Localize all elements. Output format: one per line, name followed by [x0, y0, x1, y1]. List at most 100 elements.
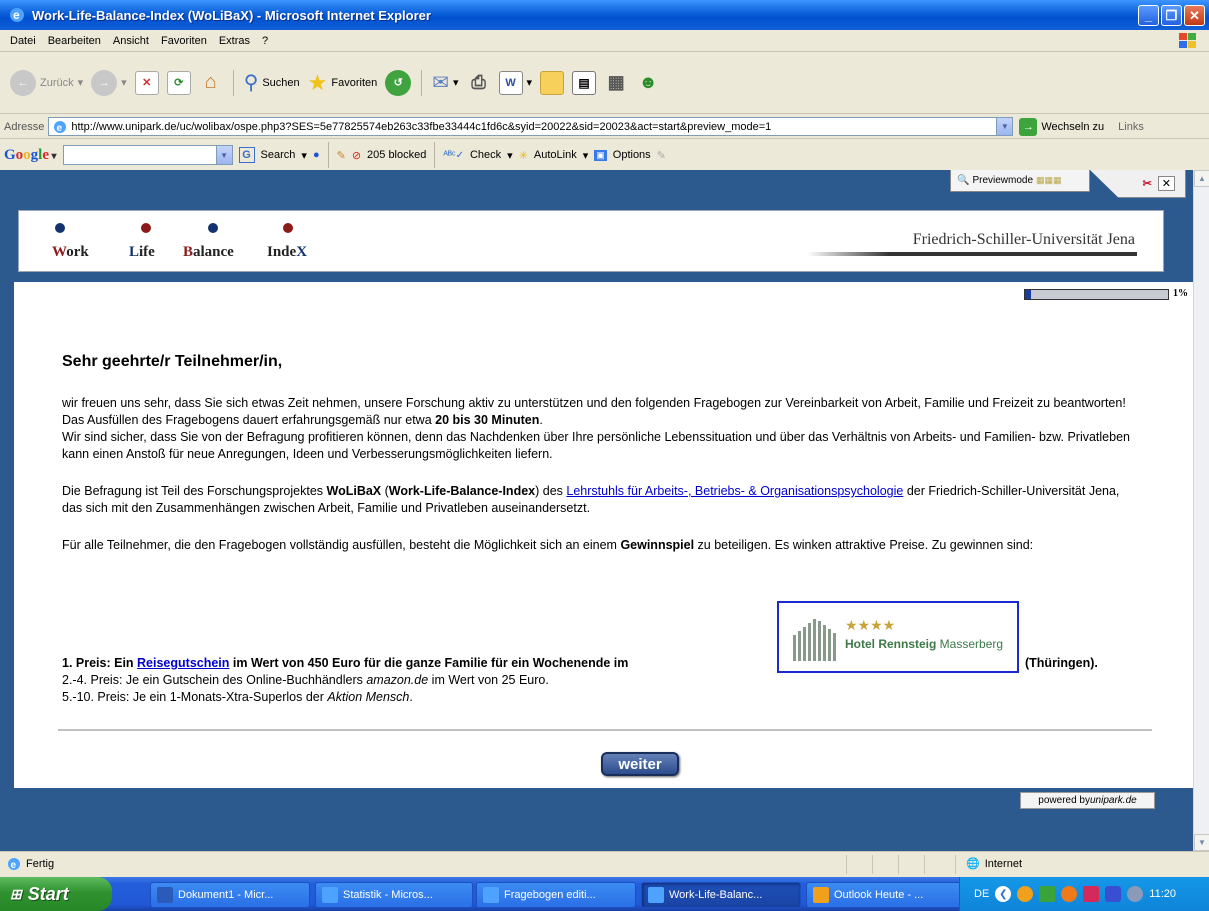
search-button[interactable]: ⚲ Suchen: [244, 70, 300, 95]
users-icon[interactable]: ☻: [636, 71, 660, 95]
google-search-input[interactable]: ▼: [62, 145, 233, 165]
forward-button[interactable]: → ▾: [91, 69, 127, 96]
messenger-icon[interactable]: ▤: [572, 70, 597, 95]
tray-shield-icon[interactable]: [1105, 886, 1122, 902]
edit-button[interactable]: W ▾: [498, 70, 532, 95]
page-done-icon: e: [8, 858, 20, 871]
tray-expand-icon[interactable]: ❮: [995, 886, 1012, 902]
ie-task-icon: [648, 887, 664, 903]
google-g-icon[interactable]: G: [238, 147, 255, 163]
menu-ansicht[interactable]: Ansicht: [107, 35, 155, 47]
spellcheck-button[interactable]: Check: [470, 149, 501, 161]
discuss-icon[interactable]: [540, 70, 565, 95]
google-logo[interactable]: Google ▾: [4, 147, 57, 164]
zone-label: Internet: [984, 857, 1023, 870]
tray-network-icon[interactable]: [1039, 886, 1056, 902]
window-title: Work-Life-Balance-Index (WoLiBaX) - Micr…: [32, 7, 431, 23]
ie-task-icon: [483, 887, 499, 903]
windows-logo-icon: [1179, 33, 1196, 48]
browser-viewport: 🔍 Previewmode ▦▦▦ ✂ ✕ Work Life Balance …: [0, 170, 1193, 851]
stop-icon[interactable]: ✕: [134, 70, 159, 95]
pagerank-icon[interactable]: ✎: [337, 149, 346, 162]
greeting-heading: Sehr geehrte/r Teilnehmer/in,: [62, 353, 283, 370]
autolink-icon: ✳: [518, 149, 528, 162]
word-icon: [157, 887, 173, 903]
home-icon[interactable]: ⌂: [199, 71, 223, 95]
tray-security-icon[interactable]: [1083, 886, 1100, 902]
vertical-scrollbar[interactable]: ▲ ▼: [1193, 170, 1209, 851]
favorites-button[interactable]: ★ Favoriten: [308, 70, 378, 96]
task-statistik[interactable]: Statistik - Micros...: [315, 882, 473, 908]
scroll-up-icon[interactable]: ▲: [1194, 170, 1209, 187]
google-search-dropdown-icon[interactable]: ▼: [215, 146, 232, 164]
hotel-rennsteig-logo[interactable]: ★★★★ Hotel Rennsteig Masserberg: [777, 601, 1019, 673]
refresh-icon[interactable]: ⟳: [166, 70, 191, 95]
task-outlook[interactable]: Outlook Heute - ...: [806, 882, 964, 908]
progress-label: 1%: [1173, 288, 1188, 299]
go-arrow-icon: →: [1019, 117, 1038, 136]
tray-app-icon[interactable]: [1061, 886, 1078, 902]
mail-dropdown-icon: ▾: [453, 77, 459, 89]
logo-word-index: IndeX: [267, 244, 308, 260]
svg-text:e: e: [57, 123, 63, 134]
menu-datei[interactable]: Datei: [4, 35, 42, 47]
standard-toolbar: ← Zurück ▾ → ▾ ✕ ⟳ ⌂ ⚲ Suchen ★ Favorite…: [0, 52, 1209, 114]
forward-dropdown-icon: ▾: [121, 77, 127, 89]
address-input[interactable]: e http://www.unipark.de/uc/wolibax/ospe.…: [48, 117, 1014, 136]
tray-outlook-icon[interactable]: [1017, 886, 1034, 902]
travel-voucher-link[interactable]: Reisegutschein: [137, 656, 229, 670]
options-button[interactable]: Options: [613, 149, 651, 161]
menu-bearbeiten[interactable]: Bearbeiten: [42, 35, 107, 47]
start-button[interactable]: ⊞ Start: [0, 877, 112, 911]
scroll-down-icon[interactable]: ▼: [1194, 834, 1209, 851]
autolink-button[interactable]: AutoLink: [534, 149, 577, 161]
history-icon[interactable]: ↺: [385, 69, 412, 96]
address-dropdown-icon[interactable]: ▼: [996, 118, 1013, 135]
task-work-life-balance[interactable]: Work-Life-Balanc...: [641, 882, 801, 908]
minimize-button[interactable]: _: [1138, 5, 1159, 26]
address-label: Adresse: [4, 120, 45, 133]
window-title-bar[interactable]: e Work-Life-Balance-Index (WoLiBaX) - Mi…: [0, 0, 1209, 30]
maximize-button[interactable]: ❐: [1161, 5, 1182, 26]
search-icon: ⚲: [243, 72, 259, 94]
security-zone[interactable]: 🌐 Internet: [966, 857, 1023, 871]
google-search-button[interactable]: Search: [261, 149, 296, 161]
progress-fill: [1025, 290, 1031, 299]
language-indicator[interactable]: DE: [974, 888, 989, 900]
popup-blocked-count[interactable]: 205 blocked: [367, 149, 426, 161]
address-bar: Adresse e http://www.unipark.de/uc/wolib…: [0, 115, 1209, 139]
close-button[interactable]: ✕: [1184, 5, 1205, 26]
task-word-document[interactable]: Dokument1 - Micr...: [150, 882, 310, 908]
preview-close-icon[interactable]: ✕: [1157, 176, 1175, 191]
back-dropdown-icon: ▾: [77, 77, 84, 89]
search-label: Suchen: [262, 76, 300, 89]
powered-by-unipark-link[interactable]: powered by unipark.de: [1020, 792, 1155, 809]
prize-2: 2.-4. Preis: Je ein Gutschein des Online…: [62, 673, 549, 687]
windows-flag-icon: ⊞: [10, 885, 22, 902]
research-icon[interactable]: ▦: [604, 71, 628, 95]
svg-text:e: e: [11, 860, 17, 871]
task-fragebogen[interactable]: Fragebogen editi...: [476, 882, 636, 908]
chair-link[interactable]: Lehrstuhls für Arbeits-, Betriebs- & Org…: [566, 484, 903, 498]
menu-help[interactable]: ?: [256, 35, 274, 47]
tray-satellite-icon[interactable]: [1127, 886, 1144, 902]
previewmode-label: Previewmode: [972, 175, 1034, 186]
svg-text:e: e: [13, 8, 20, 22]
back-button[interactable]: ← Zurück ▾: [10, 69, 84, 96]
mail-button[interactable]: ✉ ▾: [432, 70, 458, 95]
menu-favoriten[interactable]: Favoriten: [155, 35, 213, 47]
go-button[interactable]: → Wechseln zu: [1019, 117, 1105, 136]
go-label: Wechseln zu: [1041, 120, 1105, 133]
clock[interactable]: 11:20: [1149, 888, 1176, 900]
highlighter-icon[interactable]: ✎: [657, 149, 666, 162]
previewmode-tab[interactable]: 🔍 Previewmode ▦▦▦: [950, 170, 1090, 192]
ie-task-icon: [322, 887, 338, 903]
links-button[interactable]: Links: [1118, 121, 1144, 133]
menu-extras[interactable]: Extras: [213, 35, 256, 47]
preview-close-tab[interactable]: ✂ ✕: [1090, 170, 1186, 198]
next-button[interactable]: weiter: [601, 752, 679, 776]
print-icon[interactable]: ⎙: [467, 71, 491, 95]
google-news-icon[interactable]: ●: [313, 149, 320, 161]
back-label: Zurück: [40, 76, 74, 89]
logo-word-life: Life: [129, 244, 155, 260]
